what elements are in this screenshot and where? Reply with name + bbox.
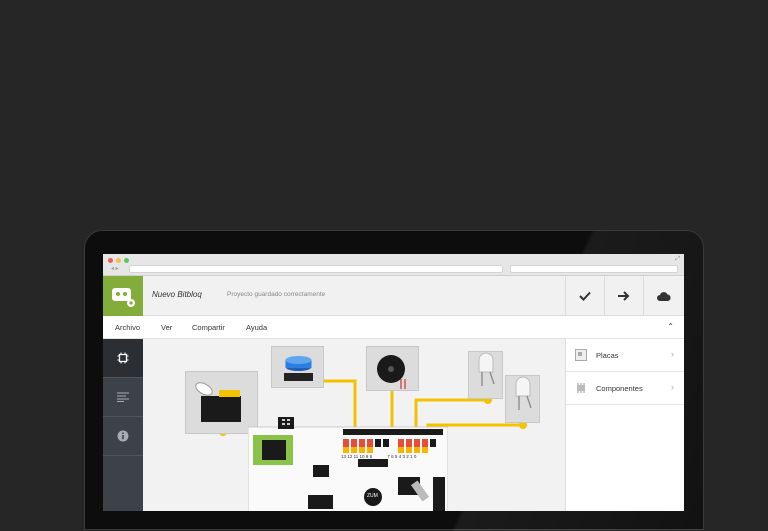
browser-chrome: ◂ ▸ ⤢ [103, 254, 684, 276]
menu-archivo[interactable]: Archivo [115, 323, 140, 332]
pin-labels: 13 12 11 10 9 8 7 6 5 4 3 2 1 0 [341, 454, 441, 459]
menu-compartir[interactable]: Compartir [192, 323, 225, 332]
pin-label: 6 [391, 454, 394, 459]
pin-label: 12 [347, 454, 353, 459]
menu-bar: Archivo Ver Compartir Ayuda ⌃ [103, 316, 684, 339]
pin-label: 5 [394, 454, 398, 459]
app-screen: ◂ ▸ ⤢ Nuevo Bitbloq Proyecto guardado co… [103, 254, 684, 511]
arrow-right-icon [618, 291, 630, 301]
menu-ver[interactable]: Ver [161, 323, 172, 332]
cloud-button[interactable] [643, 276, 684, 316]
pin-label: 3 [402, 454, 405, 459]
buzzer-component[interactable] [366, 346, 419, 391]
sidebar-item-code[interactable] [103, 378, 143, 417]
browser-nav-arrows-icon[interactable]: ◂ ▸ [111, 265, 119, 273]
chevron-right-icon: › [671, 382, 674, 392]
led-icon [515, 376, 532, 410]
zum-board[interactable]: ZUM 13 12 11 10 9 8 7 6 5 4 3 2 1 0 [247, 417, 449, 511]
app-header: Nuevo Bitbloq Proyecto guardado correcta… [103, 276, 684, 316]
left-sidebar [103, 339, 143, 511]
check-icon [579, 291, 591, 301]
button-component[interactable] [271, 346, 324, 388]
led-icon [478, 352, 495, 386]
right-panel: Placas › Componentes › [565, 339, 684, 511]
pin-label: 4 [398, 454, 402, 459]
browser-search-bar[interactable] [510, 265, 678, 273]
pin-label: 13 [341, 454, 347, 459]
upload-button[interactable] [604, 276, 643, 316]
menu-ayuda[interactable]: Ayuda [246, 323, 267, 332]
hardware-canvas[interactable]: ZUM 13 12 11 10 9 8 7 6 5 4 3 2 1 0 [143, 339, 565, 511]
board-icon [247, 417, 449, 511]
pin-label: 2 [406, 454, 409, 459]
close-window-dot[interactable] [108, 258, 113, 263]
panel-item-label: Placas [596, 351, 619, 360]
info-icon [117, 430, 129, 442]
pin-label: 8 [369, 454, 373, 459]
component-icon [577, 383, 585, 393]
pin-label: 7 [387, 454, 390, 459]
board-logo-text: ZUM [367, 493, 378, 499]
pin-label: 9 [365, 454, 369, 459]
code-lines-icon [117, 392, 129, 402]
save-status: Proyecto guardado correctamente [227, 291, 326, 298]
board-icon [575, 349, 587, 361]
project-name[interactable]: Nuevo Bitbloq [152, 290, 202, 299]
bitbloq-logo[interactable] [103, 276, 143, 316]
fullscreen-icon[interactable]: ⤢ [675, 256, 680, 263]
collapse-menu-icon[interactable]: ⌃ [667, 322, 674, 331]
buzzer-icon [377, 355, 406, 389]
address-bar[interactable] [129, 265, 503, 273]
minimize-window-dot[interactable] [116, 258, 121, 263]
maximize-window-dot[interactable] [124, 258, 129, 263]
led-component-1[interactable] [468, 351, 503, 399]
panel-item-label: Componentes [596, 384, 643, 393]
push-button-icon [284, 356, 313, 381]
pin-label: 0 [413, 454, 417, 459]
sidebar-item-hardware[interactable] [103, 339, 143, 378]
panel-item-componentes[interactable]: Componentes › [566, 372, 684, 405]
pin-label: 11 [353, 454, 359, 459]
pin-label: 1 [410, 454, 413, 459]
sidebar-item-info[interactable] [103, 417, 143, 456]
chevron-right-icon: › [671, 349, 674, 359]
pin-label: 10 [359, 454, 365, 459]
hardware-chip-icon [117, 352, 129, 364]
robot-logo-icon [112, 288, 135, 307]
cloud-icon [657, 291, 671, 301]
verify-button[interactable] [565, 276, 604, 316]
panel-item-placas[interactable]: Placas › [566, 339, 684, 372]
led-component-2[interactable] [505, 375, 540, 423]
